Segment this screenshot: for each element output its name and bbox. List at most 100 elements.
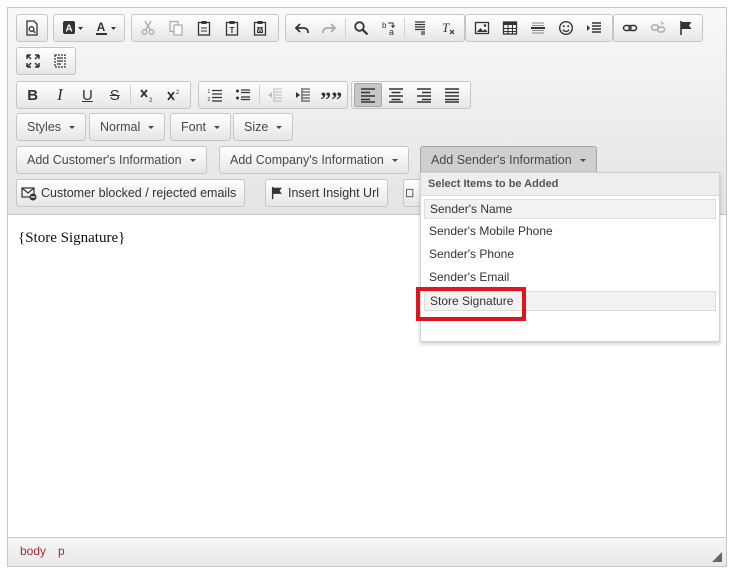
paste-word-icon[interactable]: W [246, 16, 274, 40]
remove-format-icon[interactable]: T [435, 16, 462, 40]
show-blocks-icon[interactable] [46, 49, 73, 73]
toolbar-group-edit: ba T [285, 14, 465, 42]
path-p[interactable]: p [58, 544, 65, 558]
dropdown-item-senders-phone[interactable]: Sender's Phone [424, 245, 716, 265]
chevron-down-icon [189, 158, 196, 162]
svg-text:T: T [230, 26, 235, 35]
superscript-icon[interactable]: 2 [161, 83, 188, 107]
add-company-info-combo[interactable]: Add Company's Information [219, 146, 409, 174]
smiley-icon[interactable] [552, 16, 580, 40]
styles-combo-label: Styles [27, 120, 62, 134]
subscript-icon[interactable]: 2 [133, 83, 160, 107]
styles-combo[interactable]: Styles [16, 113, 87, 141]
separator [258, 85, 260, 105]
align-right-icon[interactable] [410, 83, 438, 107]
align-center-icon[interactable] [382, 83, 410, 107]
svg-text:1: 1 [207, 89, 210, 95]
format-combo-label: Normal [100, 120, 141, 134]
separator [130, 85, 132, 105]
chevron-down-icon [69, 125, 76, 129]
chevron-down-icon [391, 158, 398, 162]
indent-icon[interactable] [289, 83, 317, 107]
toolbar-group-custom: Customer blocked / rejected emails [16, 179, 246, 207]
underline-button[interactable]: U [74, 83, 101, 107]
svg-text:W: W [257, 28, 263, 34]
toolbar-group-clipboard: T W [131, 14, 279, 42]
font-combo-label: Font [181, 120, 207, 134]
toolbar-group-align [351, 81, 471, 109]
editor-content[interactable]: {Store Signature} [18, 230, 125, 247]
toolbar-group-insight: Insert Insight Url [265, 179, 389, 207]
annotation-highlight-box [416, 287, 526, 321]
dropdown-item-senders-name[interactable]: Sender's Name [424, 199, 716, 219]
separator [344, 18, 346, 38]
chevron-down-icon [579, 158, 586, 162]
chevron-down-icon [214, 125, 221, 129]
toolbar-group-tools [16, 47, 76, 75]
find-icon[interactable] [348, 16, 375, 40]
flag-icon [271, 186, 282, 200]
outdent-icon[interactable] [262, 83, 290, 107]
insert-insight-prefix: Insert [288, 186, 320, 200]
bold-button[interactable]: B [19, 83, 46, 107]
paste-text-icon[interactable]: T [218, 16, 246, 40]
add-sender-info-combo[interactable]: Add Sender's Information [420, 146, 597, 174]
preview-icon[interactable] [19, 16, 45, 40]
text-color-icon[interactable]: A [89, 16, 122, 40]
paste-icon[interactable] [190, 16, 218, 40]
separator [404, 18, 406, 38]
tool-icon [406, 188, 414, 198]
toolbar-group-preview [16, 14, 48, 42]
italic-button[interactable]: I [46, 83, 73, 107]
maximize-icon[interactable] [19, 49, 46, 73]
add-company-info-label: Add Company's Information [230, 153, 384, 167]
toolbar-group-lists: 12 ”” [198, 81, 348, 112]
replace-icon[interactable]: ba [375, 16, 402, 40]
align-justify-icon[interactable] [438, 83, 466, 107]
spellcheck-icon[interactable] [407, 16, 434, 40]
path-body[interactable]: body [20, 544, 46, 558]
table-icon[interactable] [496, 16, 524, 40]
insert-insight-url-label: Insight Url [322, 186, 380, 200]
svg-text:A: A [65, 24, 72, 35]
resize-handle-icon[interactable] [712, 552, 722, 562]
horizontal-line-icon[interactable] [524, 16, 552, 40]
strikethrough-button[interactable]: S [101, 83, 128, 107]
insert-insight-url-button[interactable]: Insert Insight Url [265, 179, 389, 207]
link-icon[interactable] [616, 16, 644, 40]
add-customer-info-label: Add Customer's Information [27, 153, 182, 167]
add-sender-info-label: Add Sender's Information [431, 153, 572, 167]
copy-icon[interactable] [162, 16, 190, 40]
unlink-icon[interactable] [644, 16, 672, 40]
bulleted-list-icon[interactable] [229, 83, 257, 107]
chevron-down-icon [148, 125, 155, 129]
dropdown-item-senders-email[interactable]: Sender's Email [424, 268, 716, 288]
svg-text:T: T [442, 20, 450, 35]
add-customer-info-combo[interactable]: Add Customer's Information [16, 146, 207, 174]
customer-blocked-emails-button[interactable]: Customer blocked / rejected emails [16, 179, 246, 207]
blockquote-button[interactable]: ”” [317, 83, 345, 112]
anchor-flag-icon[interactable] [672, 16, 700, 40]
toolbar-group-colors: A A [53, 14, 125, 42]
page-break-icon[interactable] [580, 16, 608, 40]
editor-statusbar: body p [8, 537, 726, 566]
svg-text:2: 2 [176, 90, 180, 96]
svg-text:A: A [96, 20, 105, 34]
size-combo[interactable]: Size [233, 113, 294, 141]
dropdown-item-senders-mobile-phone[interactable]: Sender's Mobile Phone [424, 222, 716, 242]
svg-text:b: b [382, 21, 387, 30]
font-combo[interactable]: Font [170, 113, 232, 141]
align-left-icon[interactable] [354, 83, 382, 107]
redo-icon[interactable] [315, 16, 342, 40]
image-icon[interactable] [468, 16, 496, 40]
undo-icon[interactable] [288, 16, 315, 40]
dropdown-title: Select Items to be Added [421, 173, 719, 196]
svg-text:a: a [389, 27, 394, 36]
format-combo[interactable]: Normal [89, 113, 166, 141]
toolbar-group-basic-styles: B I U S 2 2 [16, 81, 191, 109]
size-combo-label: Size [244, 120, 269, 134]
background-color-icon[interactable]: A [56, 16, 89, 40]
cut-icon[interactable] [134, 16, 162, 40]
numbered-list-icon[interactable]: 12 [201, 83, 229, 107]
customer-blocked-emails-label: Customer blocked / rejected emails [41, 186, 237, 200]
